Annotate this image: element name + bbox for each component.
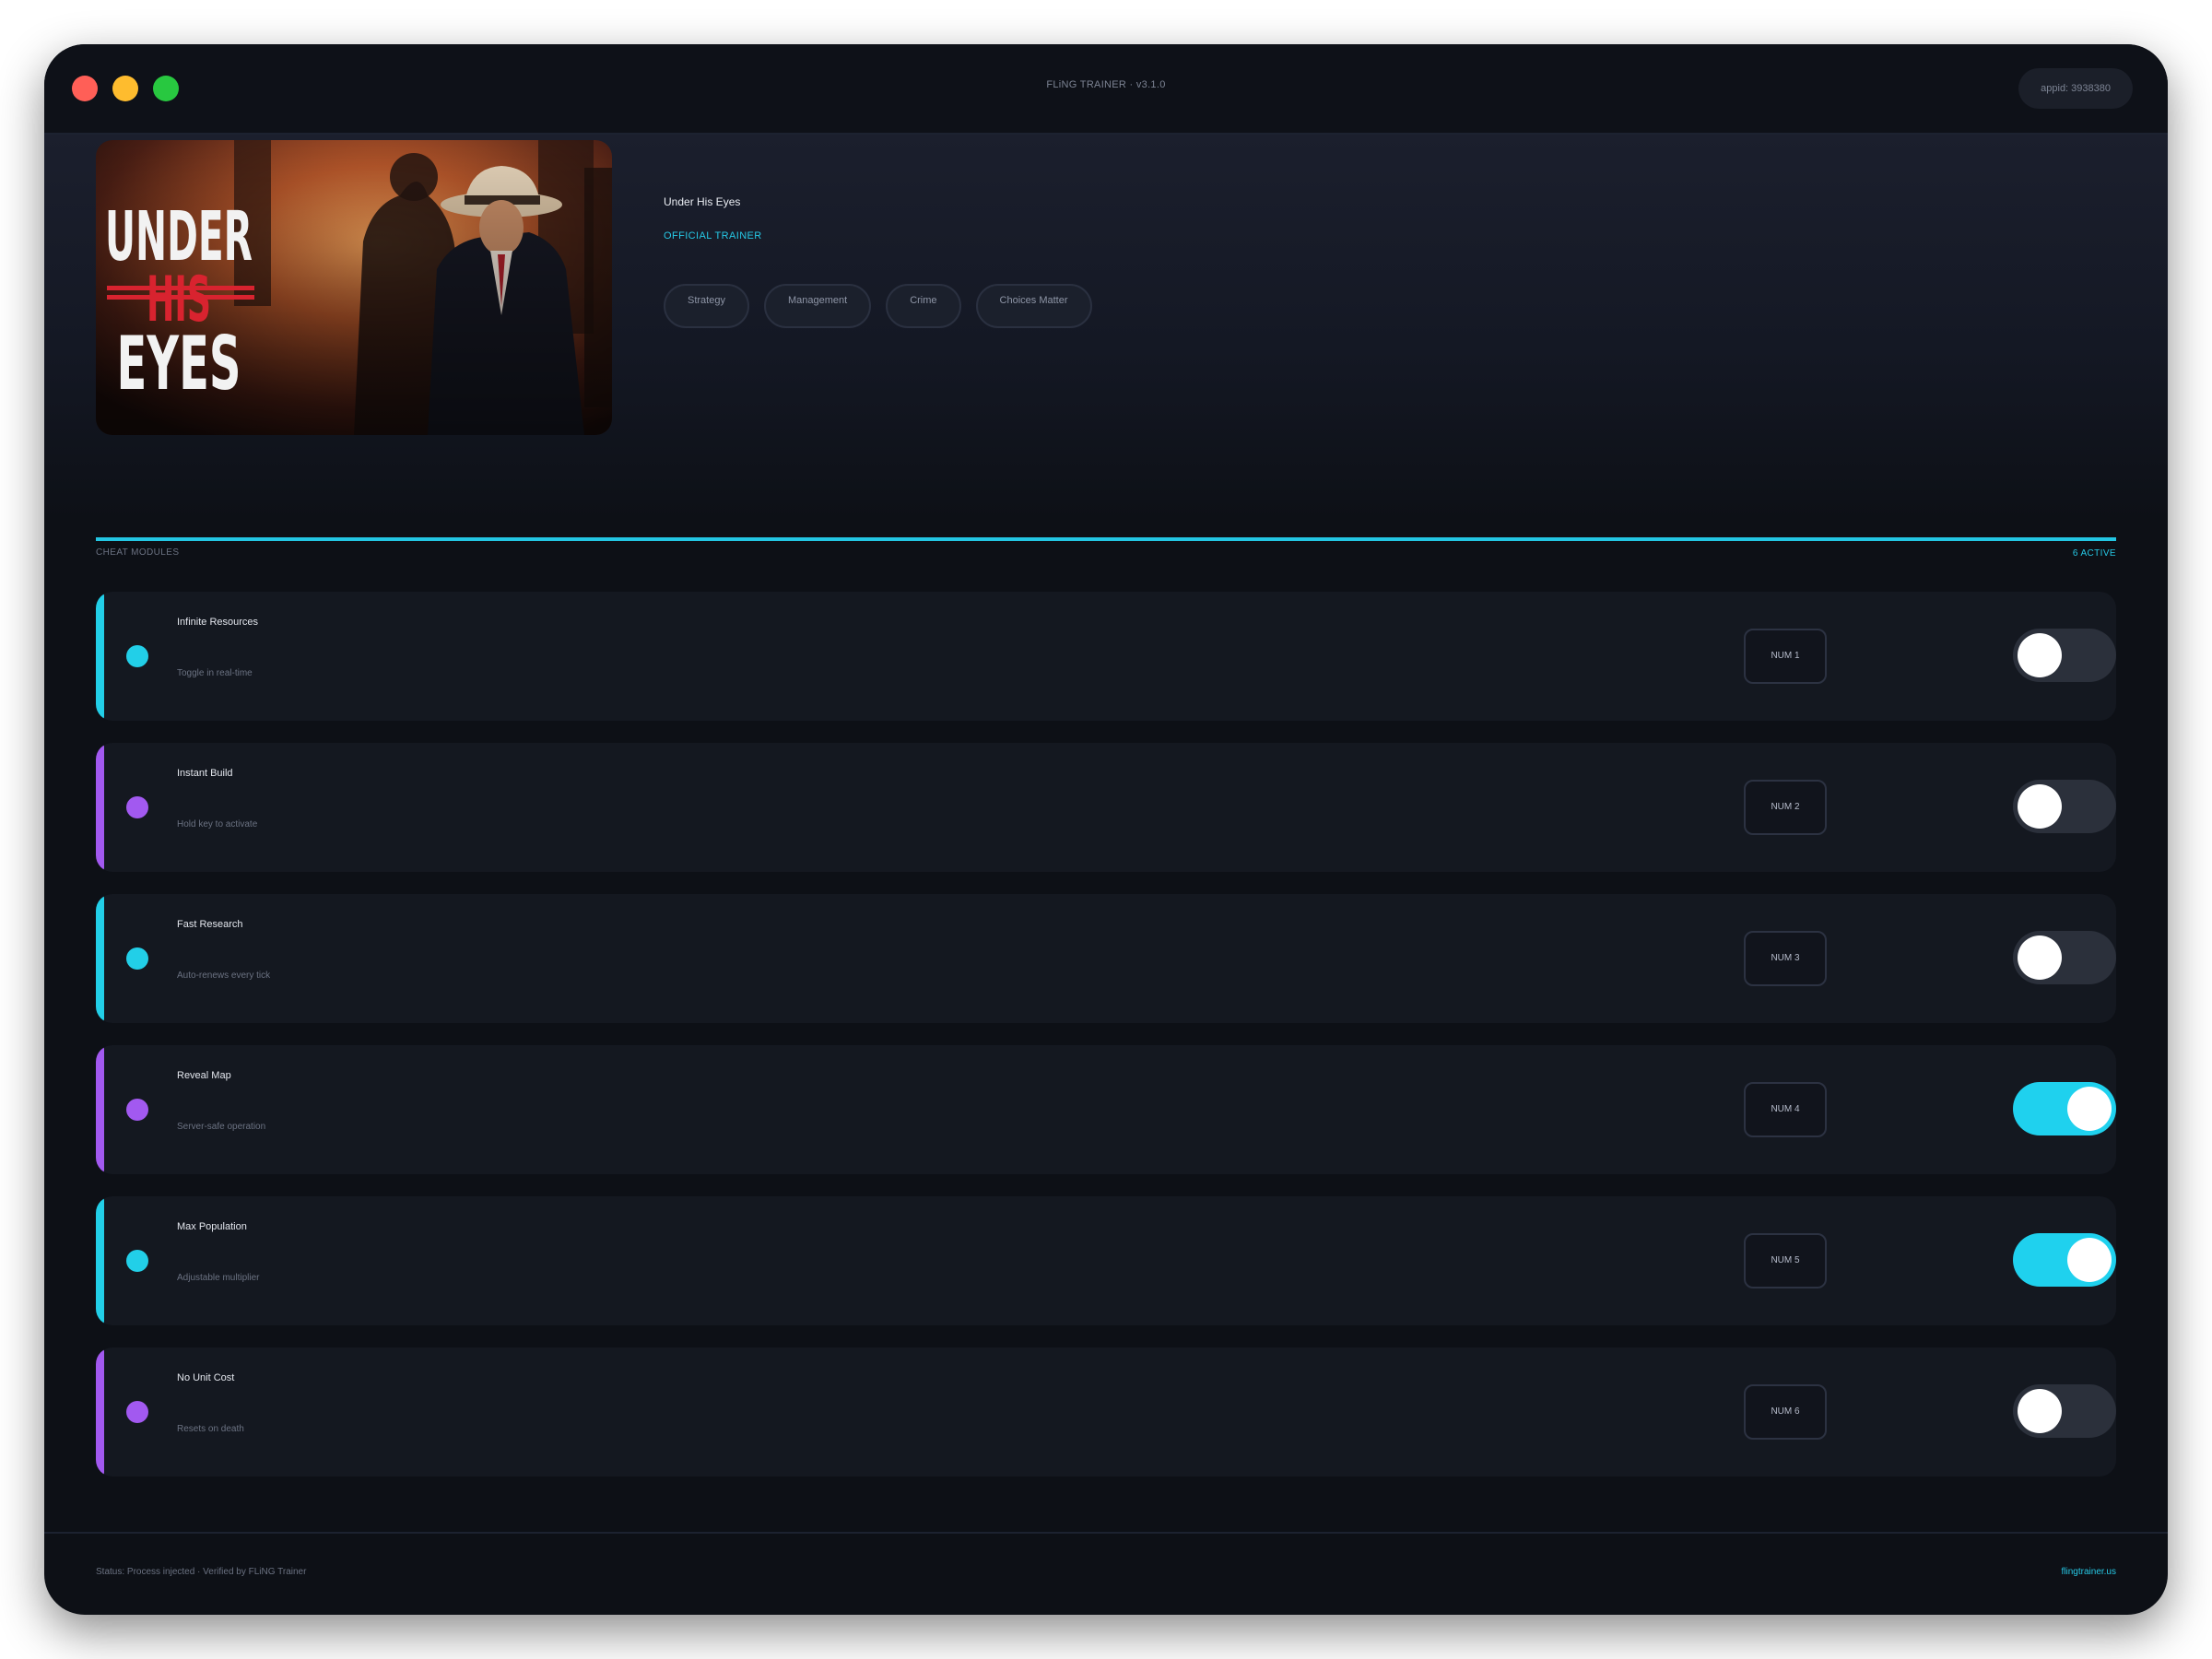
module-accent-bar (96, 592, 104, 721)
module-status-dot (126, 1401, 148, 1423)
module-description: Toggle in real-time (177, 668, 253, 678)
module-toggle[interactable] (2013, 629, 2116, 682)
toggle-knob (2018, 935, 2062, 980)
module-description: Auto-renews every tick (177, 971, 271, 981)
hotkey-button[interactable]: NUM 3 (1744, 931, 1827, 986)
window-title: FLiNG TRAINER · v3.1.0 (1046, 79, 1166, 90)
cover-title-line-3: EYES (117, 321, 241, 406)
module-accent-bar (96, 1045, 104, 1174)
tag-strategy[interactable]: Strategy (664, 284, 749, 328)
toggle-knob (2067, 1087, 2112, 1131)
module-toggle[interactable] (2013, 931, 2116, 984)
hotkey-button[interactable]: NUM 4 (1744, 1082, 1827, 1137)
active-count: 6 ACTIVE (2072, 548, 2116, 559)
module-name: Max Population (177, 1221, 247, 1232)
module-name: Reveal Map (177, 1070, 231, 1081)
module-status-dot (126, 645, 148, 667)
status-text: Status: Process injected · Verified by F… (96, 1567, 307, 1577)
module-description: Hold key to activate (177, 819, 258, 830)
website-link[interactable]: flingtrainer.us (2062, 1567, 2116, 1577)
game-title: Under His Eyes (664, 195, 741, 208)
module-accent-bar (96, 1347, 104, 1477)
appid-badge: appid: 3938380 (2018, 68, 2133, 109)
toggle-knob (2067, 1238, 2112, 1282)
module-name: No Unit Cost (177, 1372, 235, 1383)
toggle-knob (2018, 633, 2062, 677)
modules-section-label: CHEAT MODULES (96, 547, 180, 558)
module-no-unit-cost: No Unit Cost Resets on death NUM 6 (96, 1347, 2116, 1477)
module-description: Server-safe operation (177, 1122, 266, 1132)
module-status-dot (126, 1099, 148, 1121)
module-status-dot (126, 796, 148, 818)
module-description: Resets on death (177, 1424, 244, 1434)
module-accent-bar (96, 743, 104, 872)
hotkey-button[interactable]: NUM 2 (1744, 780, 1827, 835)
title-bar: FLiNG TRAINER · v3.1.0 appid: 3938380 (44, 44, 2168, 135)
module-accent-bar (96, 1196, 104, 1325)
hotkey-button[interactable]: NUM 6 (1744, 1384, 1827, 1440)
module-status-dot (126, 947, 148, 970)
module-description: Adjustable multiplier (177, 1273, 260, 1283)
module-name: Instant Build (177, 768, 233, 779)
tag-management[interactable]: Management (763, 284, 872, 328)
genre-tags: Strategy Management Crime Choices Matter (664, 284, 1092, 328)
module-status-dot (126, 1250, 148, 1272)
tag-choices-matter[interactable]: Choices Matter (975, 284, 1092, 328)
module-fast-research: Fast Research Auto-renews every tick NUM… (96, 894, 2116, 1023)
official-trainer-badge: OFFICIAL TRAINER (664, 230, 762, 241)
module-reveal-map: Reveal Map Server-safe operation NUM 4 (96, 1045, 2116, 1174)
trainer-window: FLiNG TRAINER · v3.1.0 appid: 3938380 UN… (44, 44, 2168, 1615)
module-accent-bar (96, 894, 104, 1023)
hotkey-button[interactable]: NUM 1 (1744, 629, 1827, 684)
toggle-knob (2018, 784, 2062, 829)
module-toggle[interactable] (2013, 780, 2116, 833)
module-infinite-resources: Infinite Resources Toggle in real-time N… (96, 592, 2116, 721)
module-toggle[interactable] (2013, 1082, 2116, 1135)
module-max-population: Max Population Adjustable multiplier NUM… (96, 1196, 2116, 1325)
module-toggle[interactable] (2013, 1233, 2116, 1287)
toggle-knob (2018, 1389, 2062, 1433)
section-divider (96, 537, 2116, 541)
module-instant-build: Instant Build Hold key to activate NUM 2 (96, 743, 2116, 872)
tag-crime[interactable]: Crime (886, 284, 961, 328)
module-name: Infinite Resources (177, 617, 259, 628)
module-name: Fast Research (177, 919, 243, 930)
module-toggle[interactable] (2013, 1384, 2116, 1438)
footer-divider (44, 1532, 2168, 1534)
hotkey-button[interactable]: NUM 5 (1744, 1233, 1827, 1288)
game-cover-image: UNDER HIS EYES (96, 140, 612, 435)
